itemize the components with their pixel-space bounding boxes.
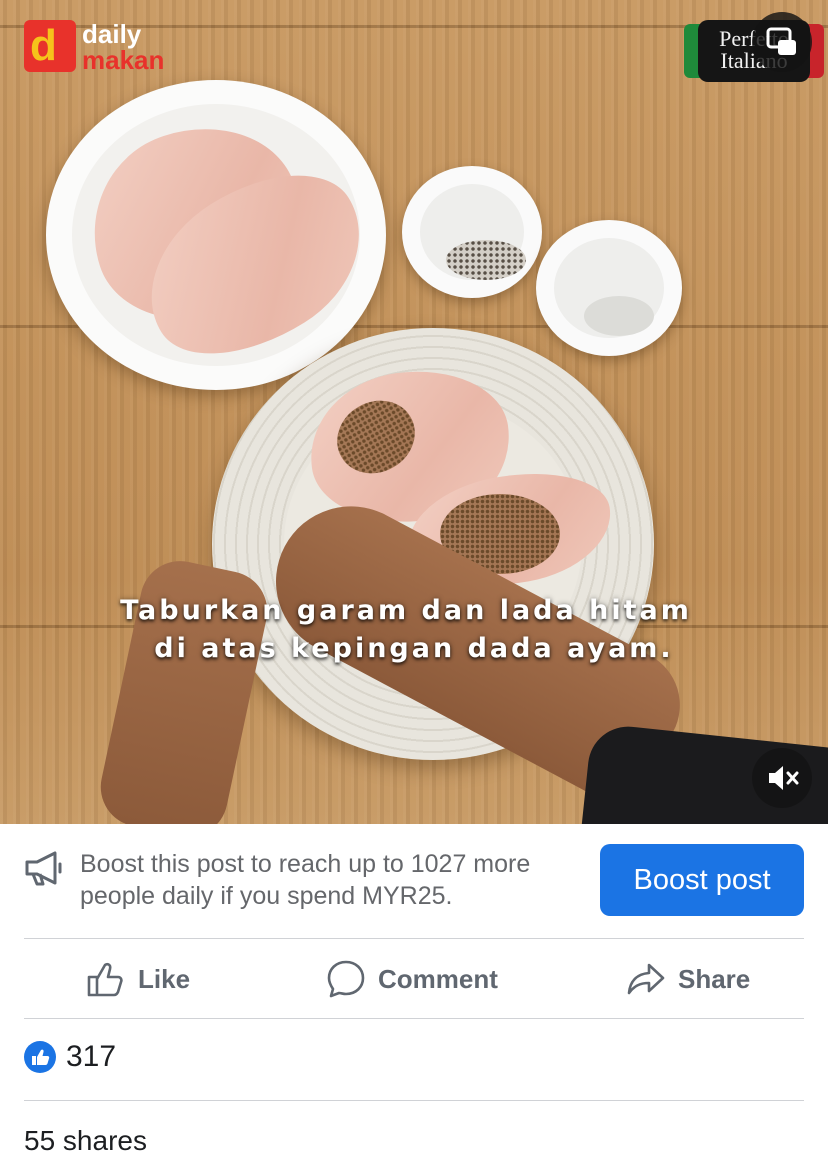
boost-post-button[interactable]: Boost post [600, 844, 804, 916]
boost-banner: Boost this post to reach up to 1027 more… [0, 824, 828, 938]
picture-in-picture-icon [766, 27, 796, 55]
share-button[interactable]: Share [626, 940, 750, 1018]
divider [24, 938, 804, 939]
boost-description: Boost this post to reach up to 1027 more… [80, 850, 531, 910]
post-action-bar: Like Comment Share [0, 940, 828, 1018]
pepper-bowl [402, 166, 542, 298]
reaction-count: 317 [66, 1040, 117, 1073]
comment-button[interactable]: Comment [326, 940, 498, 1018]
share-arrow-icon [627, 963, 665, 995]
comment-bubble-icon [327, 960, 365, 998]
video-player[interactable]: d daily makan Perfetto Italiano Taburkan… [0, 0, 828, 824]
divider [24, 1100, 804, 1101]
share-count[interactable]: 55 shares [24, 1122, 147, 1160]
like-reaction-icon [24, 1041, 56, 1073]
reaction-summary[interactable]: 317 [24, 1040, 116, 1074]
speaker-muted-icon [769, 766, 799, 790]
divider [24, 1018, 804, 1019]
video-caption: Taburkan garam dan lada hitam di atas ke… [0, 592, 828, 668]
like-label: Like [138, 964, 191, 994]
like-button[interactable]: Like [86, 940, 190, 1018]
mute-button[interactable] [752, 748, 812, 808]
share-label: Share [678, 964, 751, 994]
comment-label: Comment [378, 964, 498, 994]
picture-in-picture-button[interactable] [752, 12, 812, 72]
daily-makan-logo: d daily makan [24, 20, 176, 74]
megaphone-icon [25, 851, 62, 886]
caption-line: di atas kepingan dada ayam. [154, 633, 674, 664]
salt-bowl [536, 220, 682, 356]
thumbs-up-icon [87, 962, 123, 997]
caption-line: Taburkan garam dan lada hitam [120, 595, 692, 626]
